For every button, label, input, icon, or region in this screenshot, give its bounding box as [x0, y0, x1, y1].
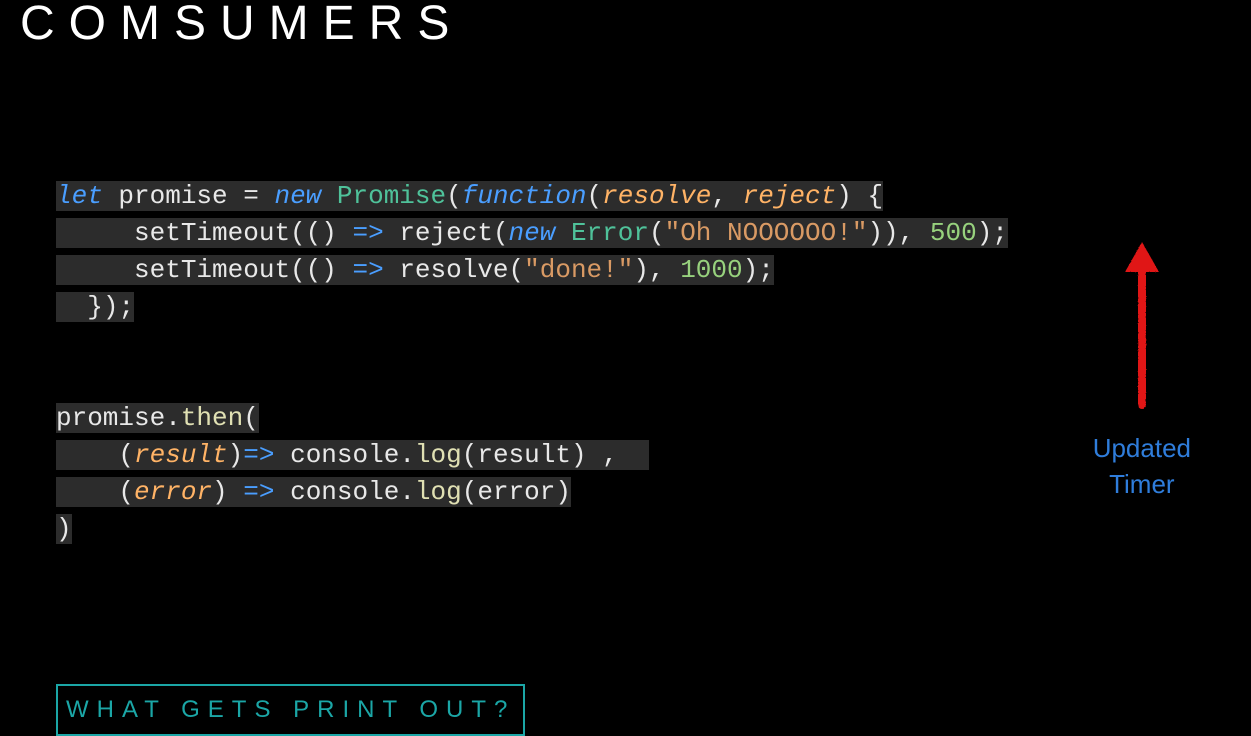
annotation-text: Updated Timer: [1093, 430, 1191, 503]
slide-title: COMSUMERS: [0, 0, 1251, 48]
code-line-6: (result)=> console.log(result) ,: [56, 437, 1251, 474]
annotation: Updated Timer: [1093, 240, 1191, 503]
code-line-4: });: [56, 289, 1251, 326]
code-line-3: setTimeout(() => resolve("done!"), 1000)…: [56, 252, 1251, 289]
code-line-1: let promise = new Promise(function(resol…: [56, 178, 1251, 215]
code-line-7: (error) => console.log(error): [56, 474, 1251, 511]
arrow-up-icon: [1117, 240, 1167, 410]
question-box: WHAT GETS PRINT OUT?: [56, 684, 525, 736]
code-line-8: ): [56, 511, 1251, 548]
code-line-2: setTimeout(() => reject(new Error("Oh NO…: [56, 215, 1251, 252]
code-line-5: promise.then(: [56, 400, 1251, 437]
code-block: let promise = new Promise(function(resol…: [56, 178, 1251, 548]
